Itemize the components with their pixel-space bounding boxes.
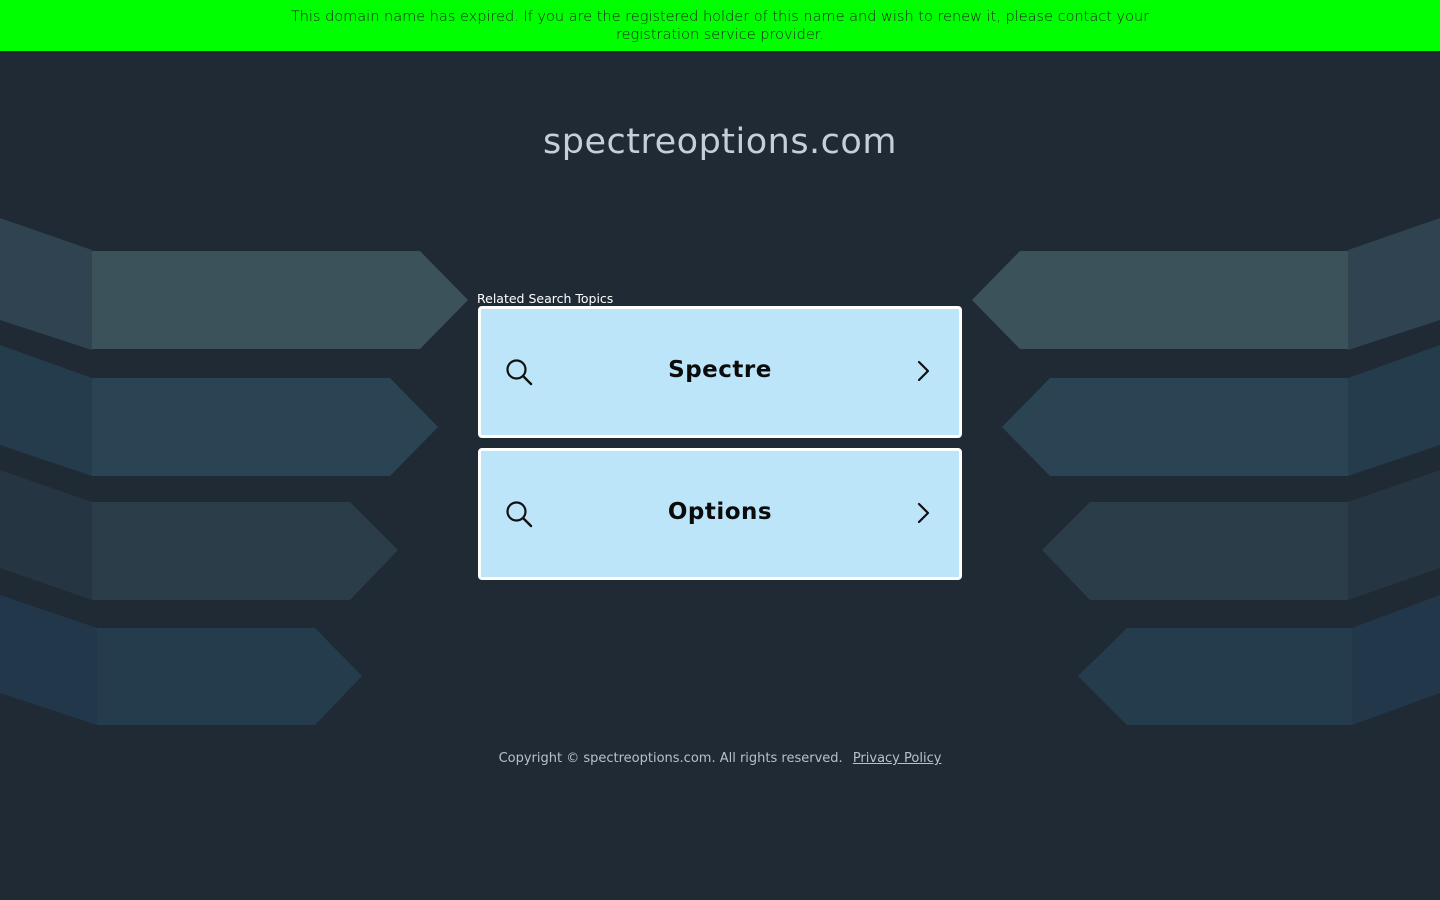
topic-label: Options: [667, 499, 773, 525]
copyright-text: Copyright © spectreoptions.com. All righ…: [498, 751, 843, 766]
bg-arrow-right-4b: [1078, 628, 1352, 725]
bg-arrow-left-4: [0, 595, 97, 725]
topic-card-spectre[interactable]: Spectre: [478, 306, 962, 438]
bg-arrow-right-3: [1348, 470, 1440, 600]
chevron-right-icon: [917, 502, 930, 524]
footer: Copyright © spectreoptions.com. All righ…: [0, 751, 1440, 766]
topic-card-options[interactable]: Options: [478, 448, 962, 580]
domain-title: spectreoptions.com: [543, 122, 897, 162]
bg-arrow-left-3b: [92, 502, 398, 600]
bg-arrow-right-1: [1348, 218, 1440, 350]
banner-text: This domain name has expired. If you are…: [290, 9, 1150, 43]
bg-arrow-left-3: [0, 470, 92, 600]
chevron-right-icon: [917, 360, 930, 382]
bg-arrow-left-2: [0, 345, 92, 476]
bg-arrow-left-2b: [92, 378, 438, 476]
related-search-topics-label: Related Search Topics: [477, 291, 614, 306]
bg-arrow-right-2: [1348, 345, 1440, 476]
topic-label: Spectre: [668, 357, 772, 383]
privacy-policy-link[interactable]: Privacy Policy: [853, 751, 942, 766]
bg-arrow-right-2b: [1002, 378, 1348, 476]
bg-arrow-left-1b: [92, 251, 468, 349]
expired-domain-banner: This domain name has expired. If you are…: [0, 0, 1440, 51]
bg-arrow-left-1: [0, 218, 92, 350]
bg-arrow-left-4b: [97, 628, 362, 725]
bg-arrow-right-3b: [1042, 502, 1348, 600]
bg-arrow-right-1b: [972, 251, 1348, 349]
bg-arrow-right-4: [1352, 595, 1440, 725]
